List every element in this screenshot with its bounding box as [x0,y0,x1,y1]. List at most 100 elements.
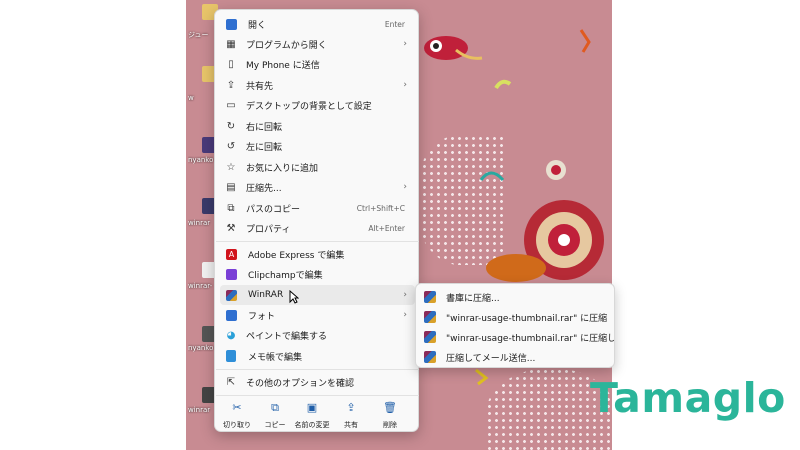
submenu-item-label: "winrar-usage-thumbnail.rar" に圧縮 [446,313,608,324]
menu-item-label: メモ帳で編集 [248,352,303,363]
menu-item-label: Clipchampで編集 [248,270,323,281]
share-label: 共有 [344,421,358,429]
share-icon: ⇪ [226,79,236,91]
menu-item-label: 共有先 [246,81,274,92]
submenu-item-compress-email[interactable]: 圧縮してメール送信... [420,347,535,367]
menu-item-photos[interactable]: フォト › [220,305,415,325]
menu-item-notepad[interactable]: メモ帳で編集 [220,346,415,366]
chevron-right-icon: › [403,290,407,300]
share-button[interactable]: ⇪ 共有 [331,399,371,433]
menu-item-rotate-right[interactable]: ↻ 右に回転 [220,116,415,136]
delete-label: 削除 [383,421,397,429]
menu-item-label: 左に回転 [246,142,283,153]
delete-button[interactable]: 🗑 削除 [370,399,410,433]
photos-icon [226,18,237,30]
scissors-icon: ✂ [232,401,242,414]
winrar-icon [424,291,436,303]
cut-button[interactable]: ✂ 切り取り [217,399,257,433]
menu-item-winrar[interactable]: WinRAR › [220,285,415,305]
share-icon: ⇪ [346,401,356,414]
paint-icon: ◕ [226,329,236,341]
menu-item-label: WinRAR [248,290,284,300]
menu-item-clipchamp[interactable]: Clipchampで編集 [220,264,415,284]
rotate-left-icon: ↺ [226,140,236,152]
trash-icon: 🗑 [383,401,397,414]
menu-item-send-to-phone[interactable]: ▯ My Phone に送信 [220,54,415,74]
desktop-icon-label: winrar- [188,282,213,290]
context-menu: 開く Enter ▦ プログラムから開く › ▯ My Phone に送信 ⇪ … [214,9,419,432]
rename-button[interactable]: ▣ 名前の変更 [292,399,332,433]
rename-label: 名前の変更 [294,421,330,429]
zip-folder-icon: ▤ [226,181,236,193]
phone-icon: ▯ [228,58,234,70]
desktop-icon-label: ジュー [188,31,209,39]
menu-item-paint[interactable]: ◕ ペイントで編集する [220,325,415,345]
winrar-icon [226,289,237,301]
menu-item-label: 圧縮先... [246,183,282,194]
submenu-item-label: 圧縮してメール送信... [446,353,536,364]
open-with-icon: ▦ [226,38,236,50]
menu-item-label: デスクトップの背景として設定 [246,101,372,112]
copy-path-icon: ⧉ [227,202,235,214]
submenu-item-compress-rar[interactable]: "winrar-usage-thumbnail.rar" に圧縮 [420,307,607,327]
winrar-submenu: 書庫に圧縮... "winrar-usage-thumbnail.rar" に圧… [415,283,615,368]
wrench-icon: ⚒ [226,222,236,234]
menu-item-shortcut: Enter [384,19,405,29]
submenu-item-label: "winrar-usage-thumbnail.rar" に圧縮してメール [446,333,615,344]
menu-item-label: 開く [248,20,267,31]
rename-icon: ▣ [306,401,318,414]
menu-item-label: プログラムから開く [246,40,327,51]
winrar-icon [424,311,436,323]
wallpaper-icon: ▭ [226,99,236,111]
menu-item-open-with[interactable]: ▦ プログラムから開く › [220,34,415,54]
chevron-right-icon: › [403,39,407,49]
clipchamp-icon [226,268,237,280]
menu-item-copy-path[interactable]: ⧉ パスのコピー Ctrl+Shift+C [220,198,415,218]
copy-icon: ⧉ [271,401,279,414]
menu-item-shortcut: Alt+Enter [368,223,405,233]
winrar-icon [424,331,436,343]
star-icon: ☆ [226,161,236,173]
copy-button[interactable]: ⧉ コピー [255,399,295,433]
desktop-icon-label: w [188,94,194,102]
cut-label: 切り取り [223,421,251,429]
menu-item-label: その他のオプションを確認 [246,378,355,389]
menu-item-label: My Phone に送信 [246,60,320,71]
site-logo: Tamaglo [590,374,786,422]
desktop-icon-label: winrar [188,406,211,414]
mouse-cursor [289,290,299,304]
menu-item-add-favorite[interactable]: ☆ お気に入りに追加 [220,157,415,177]
notepad-icon [226,350,236,362]
chevron-right-icon: › [403,182,407,192]
adobe-icon: A [226,248,237,260]
menu-item-share-to[interactable]: ⇪ 共有先 › [220,75,415,95]
desktop-icon-label: nyanko [188,156,214,164]
menu-item-open[interactable]: 開く Enter [220,14,415,34]
winrar-icon [424,351,436,363]
photos-icon [226,309,237,321]
menu-item-label: Adobe Express で編集 [248,250,345,261]
desktop-icon-label: nyanko [188,344,214,352]
submenu-item-label: 書庫に圧縮... [446,293,500,304]
chevron-right-icon: › [403,80,407,90]
menu-item-label: ペイントで編集する [246,331,328,342]
menu-item-label: プロパティ [246,224,291,235]
more-options-icon: ⇱ [226,376,236,388]
menu-separator [216,395,419,396]
menu-item-set-wallpaper[interactable]: ▭ デスクトップの背景として設定 [220,95,415,115]
menu-item-rotate-left[interactable]: ↺ 左に回転 [220,136,415,156]
submenu-item-add-archive[interactable]: 書庫に圧縮... [420,287,500,307]
menu-item-shortcut: Ctrl+Shift+C [356,203,405,213]
menu-item-label: お気に入りに追加 [246,163,319,174]
menu-item-label: フォト [248,311,276,322]
menu-item-compress-to[interactable]: ▤ 圧縮先... › [220,177,415,197]
menu-item-more-options[interactable]: ⇱ その他のオプションを確認 [220,372,415,392]
quick-action-bar: ✂ 切り取り ⧉ コピー ▣ 名前の変更 ⇪ 共有 🗑 削除 [215,399,418,433]
menu-item-label: パスのコピー [246,204,301,215]
rotate-right-icon: ↻ [226,120,236,132]
submenu-item-compress-rar-email[interactable]: "winrar-usage-thumbnail.rar" に圧縮してメール [420,327,615,347]
copy-label: コピー [264,421,286,429]
menu-item-adobe-express[interactable]: A Adobe Express で編集 [220,244,415,264]
chevron-right-icon: › [403,310,407,320]
menu-item-properties[interactable]: ⚒ プロパティ Alt+Enter [220,218,415,238]
